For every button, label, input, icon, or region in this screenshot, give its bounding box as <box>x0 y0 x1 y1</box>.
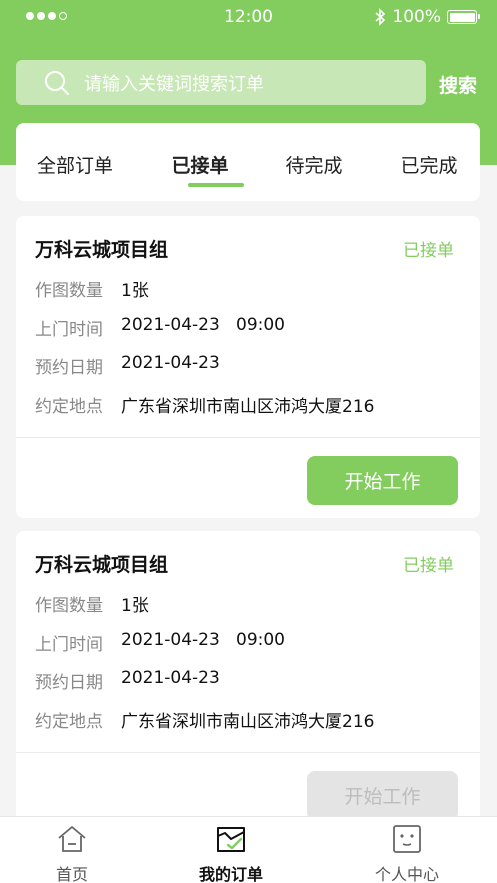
tab-all-orders[interactable]: 全部订单 <box>37 151 113 178</box>
field-value: 广东省深圳市南山区沛鸿大厦216 <box>121 397 375 417</box>
field-value: 2021-04-23 <box>121 353 220 373</box>
field-value: 1张 <box>121 281 149 301</box>
tab-accepted[interactable]: 已接单 <box>171 151 228 178</box>
order-tabs: 全部订单 已接单 待完成 已完成 <box>16 123 480 201</box>
order-field-row: 作图数量 1张 <box>35 591 149 616</box>
search-button[interactable]: 搜索 <box>439 71 477 98</box>
battery-percent: 100% <box>392 7 441 27</box>
tabbar-item-profile[interactable]: 个人中心 <box>347 823 467 883</box>
bluetooth-icon <box>375 8 386 26</box>
tabbar-label: 首页 <box>55 865 88 883</box>
active-tab-indicator <box>188 183 244 187</box>
tab-pending[interactable]: 待完成 <box>285 151 342 178</box>
order-field-row: 上门时间 2021-04-23 09:00 <box>35 315 285 340</box>
tab-completed[interactable]: 已完成 <box>400 151 457 178</box>
field-label: 上门时间 <box>35 635 103 655</box>
field-value: 2021-04-23 09:00 <box>121 315 285 335</box>
field-label: 约定地点 <box>35 397 103 417</box>
search-icon <box>45 70 69 95</box>
tabbar-label: 个人中心 <box>374 865 439 883</box>
order-field-row: 约定地点 广东省深圳市南山区沛鸿大厦216 <box>35 707 374 732</box>
field-label: 约定地点 <box>35 712 103 732</box>
order-title: 万科云城项目组 <box>35 239 169 261</box>
order-title: 万科云城项目组 <box>35 554 169 576</box>
field-label: 作图数量 <box>35 281 103 301</box>
start-work-button[interactable]: 开始工作 <box>307 456 458 505</box>
order-field-row: 上门时间 2021-04-23 09:00 <box>35 630 285 655</box>
field-label: 预约日期 <box>35 673 103 693</box>
order-status: 已接单 <box>403 556 454 576</box>
field-label: 作图数量 <box>35 596 103 616</box>
field-label: 上门时间 <box>35 320 103 340</box>
field-value: 1张 <box>121 596 149 616</box>
orders-icon <box>217 827 245 852</box>
search-placeholder: 请输入关键词搜索订单 <box>84 73 264 95</box>
battery-icon <box>447 10 480 24</box>
card-divider <box>16 437 480 438</box>
card-divider <box>16 752 480 753</box>
tabbar-item-home[interactable]: 首页 <box>12 823 132 883</box>
tabbar-label: 我的订单 <box>198 865 263 883</box>
field-value: 广东省深圳市南山区沛鸿大厦216 <box>121 712 375 732</box>
search-input[interactable]: 请输入关键词搜索订单 <box>16 60 426 105</box>
order-card[interactable]: 万科云城项目组 已接单 作图数量 1张 上门时间 2021-04-23 09:00 … <box>16 216 480 518</box>
field-value: 2021-04-23 <box>121 668 220 688</box>
field-label: 预约日期 <box>35 358 103 378</box>
order-status: 已接单 <box>403 241 454 261</box>
home-icon <box>58 826 86 852</box>
bottom-tab-bar: 首页 我的订单 个人中心 <box>0 816 497 883</box>
order-field-row: 约定地点 广东省深圳市南山区沛鸿大厦216 <box>35 392 374 417</box>
order-field-row: 作图数量 1张 <box>35 276 149 301</box>
start-work-button[interactable]: 开始工作 <box>307 771 458 820</box>
profile-icon <box>393 825 421 853</box>
field-value: 2021-04-23 09:00 <box>121 630 285 650</box>
order-card[interactable]: 万科云城项目组 已接单 作图数量 1张 上门时间 2021-04-23 09:00 … <box>16 531 480 833</box>
tabbar-item-orders[interactable]: 我的订单 <box>171 823 291 883</box>
status-bar: 12:00 100% <box>0 0 497 36</box>
order-field-row: 预约日期 2021-04-23 <box>35 668 220 693</box>
order-field-row: 预约日期 2021-04-23 <box>35 353 220 378</box>
